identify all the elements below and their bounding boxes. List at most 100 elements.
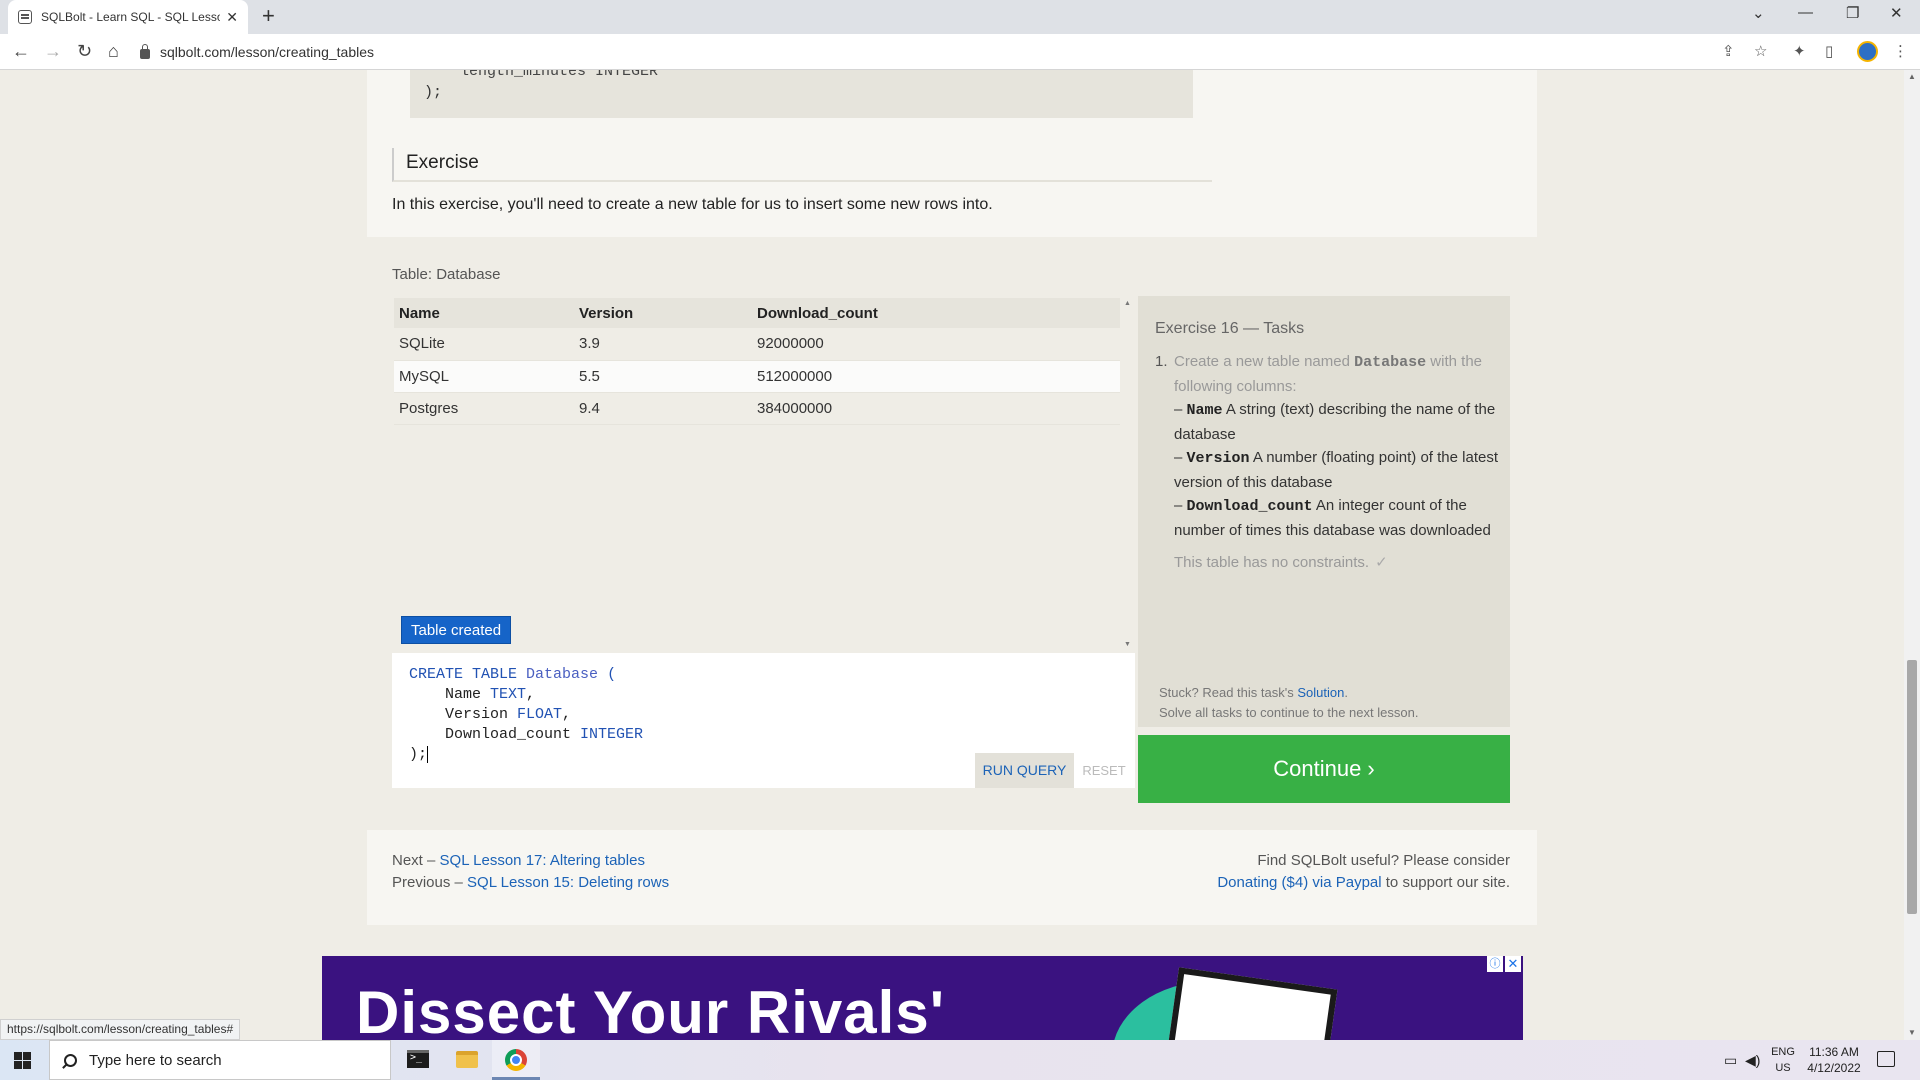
- sidepanel-icon[interactable]: ▯: [1825, 42, 1833, 60]
- results-scrollbar[interactable]: ▲ ▼: [1122, 298, 1132, 651]
- table-row: SQLite 3.9 92000000: [394, 328, 1120, 361]
- chrome-app[interactable]: [492, 1040, 540, 1080]
- stuck-prefix: Stuck? Read this task's: [1159, 685, 1298, 700]
- task-list: 1. Create a new table named Database wit…: [1155, 350, 1500, 575]
- code-fragment-end: );: [424, 84, 443, 101]
- task-number: 1.: [1155, 353, 1168, 370]
- table-row: Postgres 9.4 384000000: [394, 392, 1120, 425]
- scroll-thumb[interactable]: [1907, 660, 1917, 914]
- ad-close-icon[interactable]: ✕: [1505, 956, 1521, 972]
- table-row: MySQL 5.5 512000000: [394, 360, 1120, 393]
- clock-date: 4/12/2022: [1807, 1061, 1861, 1075]
- column-requirement: – Download_count An integer count of the…: [1174, 497, 1491, 539]
- tab-strip: SQLBolt - Learn SQL - SQL Lesso ✕ + ⌄ — …: [0, 0, 1920, 34]
- status-badge: Table created: [401, 616, 512, 644]
- tab-search-icon[interactable]: ⌄: [1752, 4, 1765, 22]
- code-fragment-top: length_minutes INTEGER: [460, 70, 659, 80]
- lesson-navigation: Next – SQL Lesson 17: Altering tables Pr…: [392, 852, 670, 891]
- tab-title: SQLBolt - Learn SQL - SQL Lesso: [41, 10, 221, 24]
- donate-link[interactable]: Donating ($4) via Paypal: [1217, 874, 1381, 891]
- tasks-panel: Exercise 16 — Tasks 1. Create a new tabl…: [1138, 296, 1510, 727]
- lesson-code-snippet: length_minutes INTEGER );: [410, 70, 1193, 118]
- clock-time: 11:36 AM: [1809, 1045, 1859, 1059]
- previous-lesson-link[interactable]: SQL Lesson 15: Deleting rows: [467, 874, 669, 891]
- back-icon[interactable]: ←: [12, 41, 30, 61]
- network-icon[interactable]: ▭: [1724, 1052, 1737, 1069]
- notification-icon[interactable]: [1877, 1051, 1895, 1067]
- ad-headline: Dissect Your Rivals': [356, 979, 945, 1040]
- scroll-up-icon[interactable]: ▲: [1908, 72, 1916, 81]
- task-item: Create a new table named Database with t…: [1155, 350, 1500, 575]
- table-cell: 384000000: [752, 392, 1120, 425]
- run-query-button[interactable]: RUN QUERY: [975, 753, 1074, 788]
- ad-info-icon[interactable]: ⓘ: [1487, 956, 1503, 972]
- table-cell: 3.9: [574, 328, 752, 361]
- solution-link[interactable]: Solution: [1297, 685, 1344, 700]
- profile-avatar[interactable]: [1857, 41, 1878, 62]
- column-name: Version: [1186, 450, 1250, 467]
- results-panel: Name Version Download_count SQLite 3.9 9…: [392, 296, 1131, 651]
- share-icon[interactable]: ⇪: [1722, 42, 1735, 60]
- menu-icon[interactable]: ⋮: [1893, 42, 1908, 60]
- star-icon[interactable]: ☆: [1754, 42, 1767, 60]
- clock[interactable]: 11:36 AM 4/12/2022: [1804, 1044, 1864, 1076]
- forward-icon[interactable]: →: [44, 41, 62, 61]
- results-table: Name Version Download_count SQLite 3.9 9…: [394, 298, 1120, 425]
- file-explorer-app[interactable]: [443, 1040, 491, 1080]
- table-cell: 512000000: [752, 360, 1120, 393]
- windows-taskbar: Type here to search ▭ ◀) ENG US 11:36 AM…: [0, 1040, 1920, 1080]
- tab-close-icon[interactable]: ✕: [226, 9, 238, 26]
- minimize-icon[interactable]: —: [1798, 4, 1813, 21]
- scroll-down-icon[interactable]: ▼: [1908, 1028, 1916, 1037]
- task-intro: Create a new table named: [1174, 353, 1355, 370]
- page-viewport: length_minutes INTEGER ); Exercise In th…: [0, 70, 1904, 1040]
- table-cell: 9.4: [574, 392, 752, 425]
- sql-editor[interactable]: CREATE TABLE Database ( Name TEXT, Versi…: [392, 653, 1135, 788]
- continue-button[interactable]: Continue ›: [1138, 735, 1510, 803]
- browser-toolbar: ← → ↻ ⌂ sqlbolt.com/lesson/creating_tabl…: [0, 34, 1920, 70]
- column-name: Download_count: [1186, 498, 1313, 515]
- taskbar-search[interactable]: Type here to search: [49, 1040, 391, 1080]
- scroll-up-icon[interactable]: ▲: [1124, 300, 1131, 307]
- table-header-row: Name Version Download_count: [394, 298, 1120, 328]
- reload-icon[interactable]: ↻: [77, 41, 92, 61]
- exercise-description: In this exercise, you'll need to create …: [392, 196, 993, 213]
- table-label: Table: Database: [392, 266, 501, 283]
- chrome-icon: [505, 1049, 527, 1071]
- close-window-icon[interactable]: ✕: [1890, 4, 1903, 22]
- next-lesson-link[interactable]: SQL Lesson 17: Altering tables: [440, 852, 645, 869]
- solve-all-note: Solve all tasks to continue to the next …: [1159, 705, 1419, 720]
- scroll-down-icon[interactable]: ▼: [1124, 641, 1131, 648]
- column-requirement: – Name A string (text) describing the na…: [1174, 401, 1496, 443]
- lock-icon[interactable]: [140, 44, 150, 59]
- table-cell: Postgres: [394, 392, 574, 425]
- url-text[interactable]: sqlbolt.com/lesson/creating_tables: [160, 44, 374, 60]
- sql-code[interactable]: CREATE TABLE Database ( Name TEXT, Versi…: [409, 665, 643, 765]
- advertisement-banner[interactable]: Dissect Your Rivals' ⓘ ✕: [322, 956, 1523, 1040]
- exercise-heading: Exercise: [392, 148, 1212, 182]
- column-name: Name: [1186, 402, 1223, 419]
- reset-button[interactable]: RESET: [1079, 753, 1129, 788]
- support-note: Find SQLBolt useful? Please consider Don…: [1217, 852, 1510, 891]
- home-icon[interactable]: ⌂: [108, 41, 119, 61]
- text-caret: [427, 746, 429, 763]
- language-indicator[interactable]: ENG US: [1768, 1044, 1798, 1076]
- column-requirement: – Version A number (floating point) of t…: [1174, 449, 1499, 491]
- constraint-note: This table has no constraints. ✓: [1174, 554, 1388, 571]
- new-tab-button[interactable]: +: [262, 5, 275, 27]
- check-icon: ✓: [1375, 554, 1388, 571]
- address-bar[interactable]: sqlbolt.com/lesson/creating_tables: [140, 38, 1780, 66]
- restore-icon[interactable]: ❐: [1846, 4, 1859, 22]
- page-scrollbar[interactable]: ▲ ▼: [1904, 70, 1920, 1040]
- support-line: Find SQLBolt useful? Please consider: [1257, 852, 1510, 869]
- table-cell: SQLite: [394, 328, 574, 361]
- volume-icon[interactable]: ◀): [1745, 1052, 1760, 1069]
- browser-tab[interactable]: SQLBolt - Learn SQL - SQL Lesso ✕: [8, 0, 248, 34]
- column-header: Name: [394, 298, 574, 328]
- task-table-name: Database: [1354, 354, 1427, 371]
- windows-start-icon[interactable]: [14, 1052, 31, 1069]
- link-status-bar: https://sqlbolt.com/lesson/creating_tabl…: [0, 1019, 241, 1040]
- extensions-icon[interactable]: ✦: [1793, 42, 1806, 60]
- column-desc: A string (text) describing the name of t…: [1174, 401, 1496, 443]
- terminal-app[interactable]: [394, 1040, 442, 1080]
